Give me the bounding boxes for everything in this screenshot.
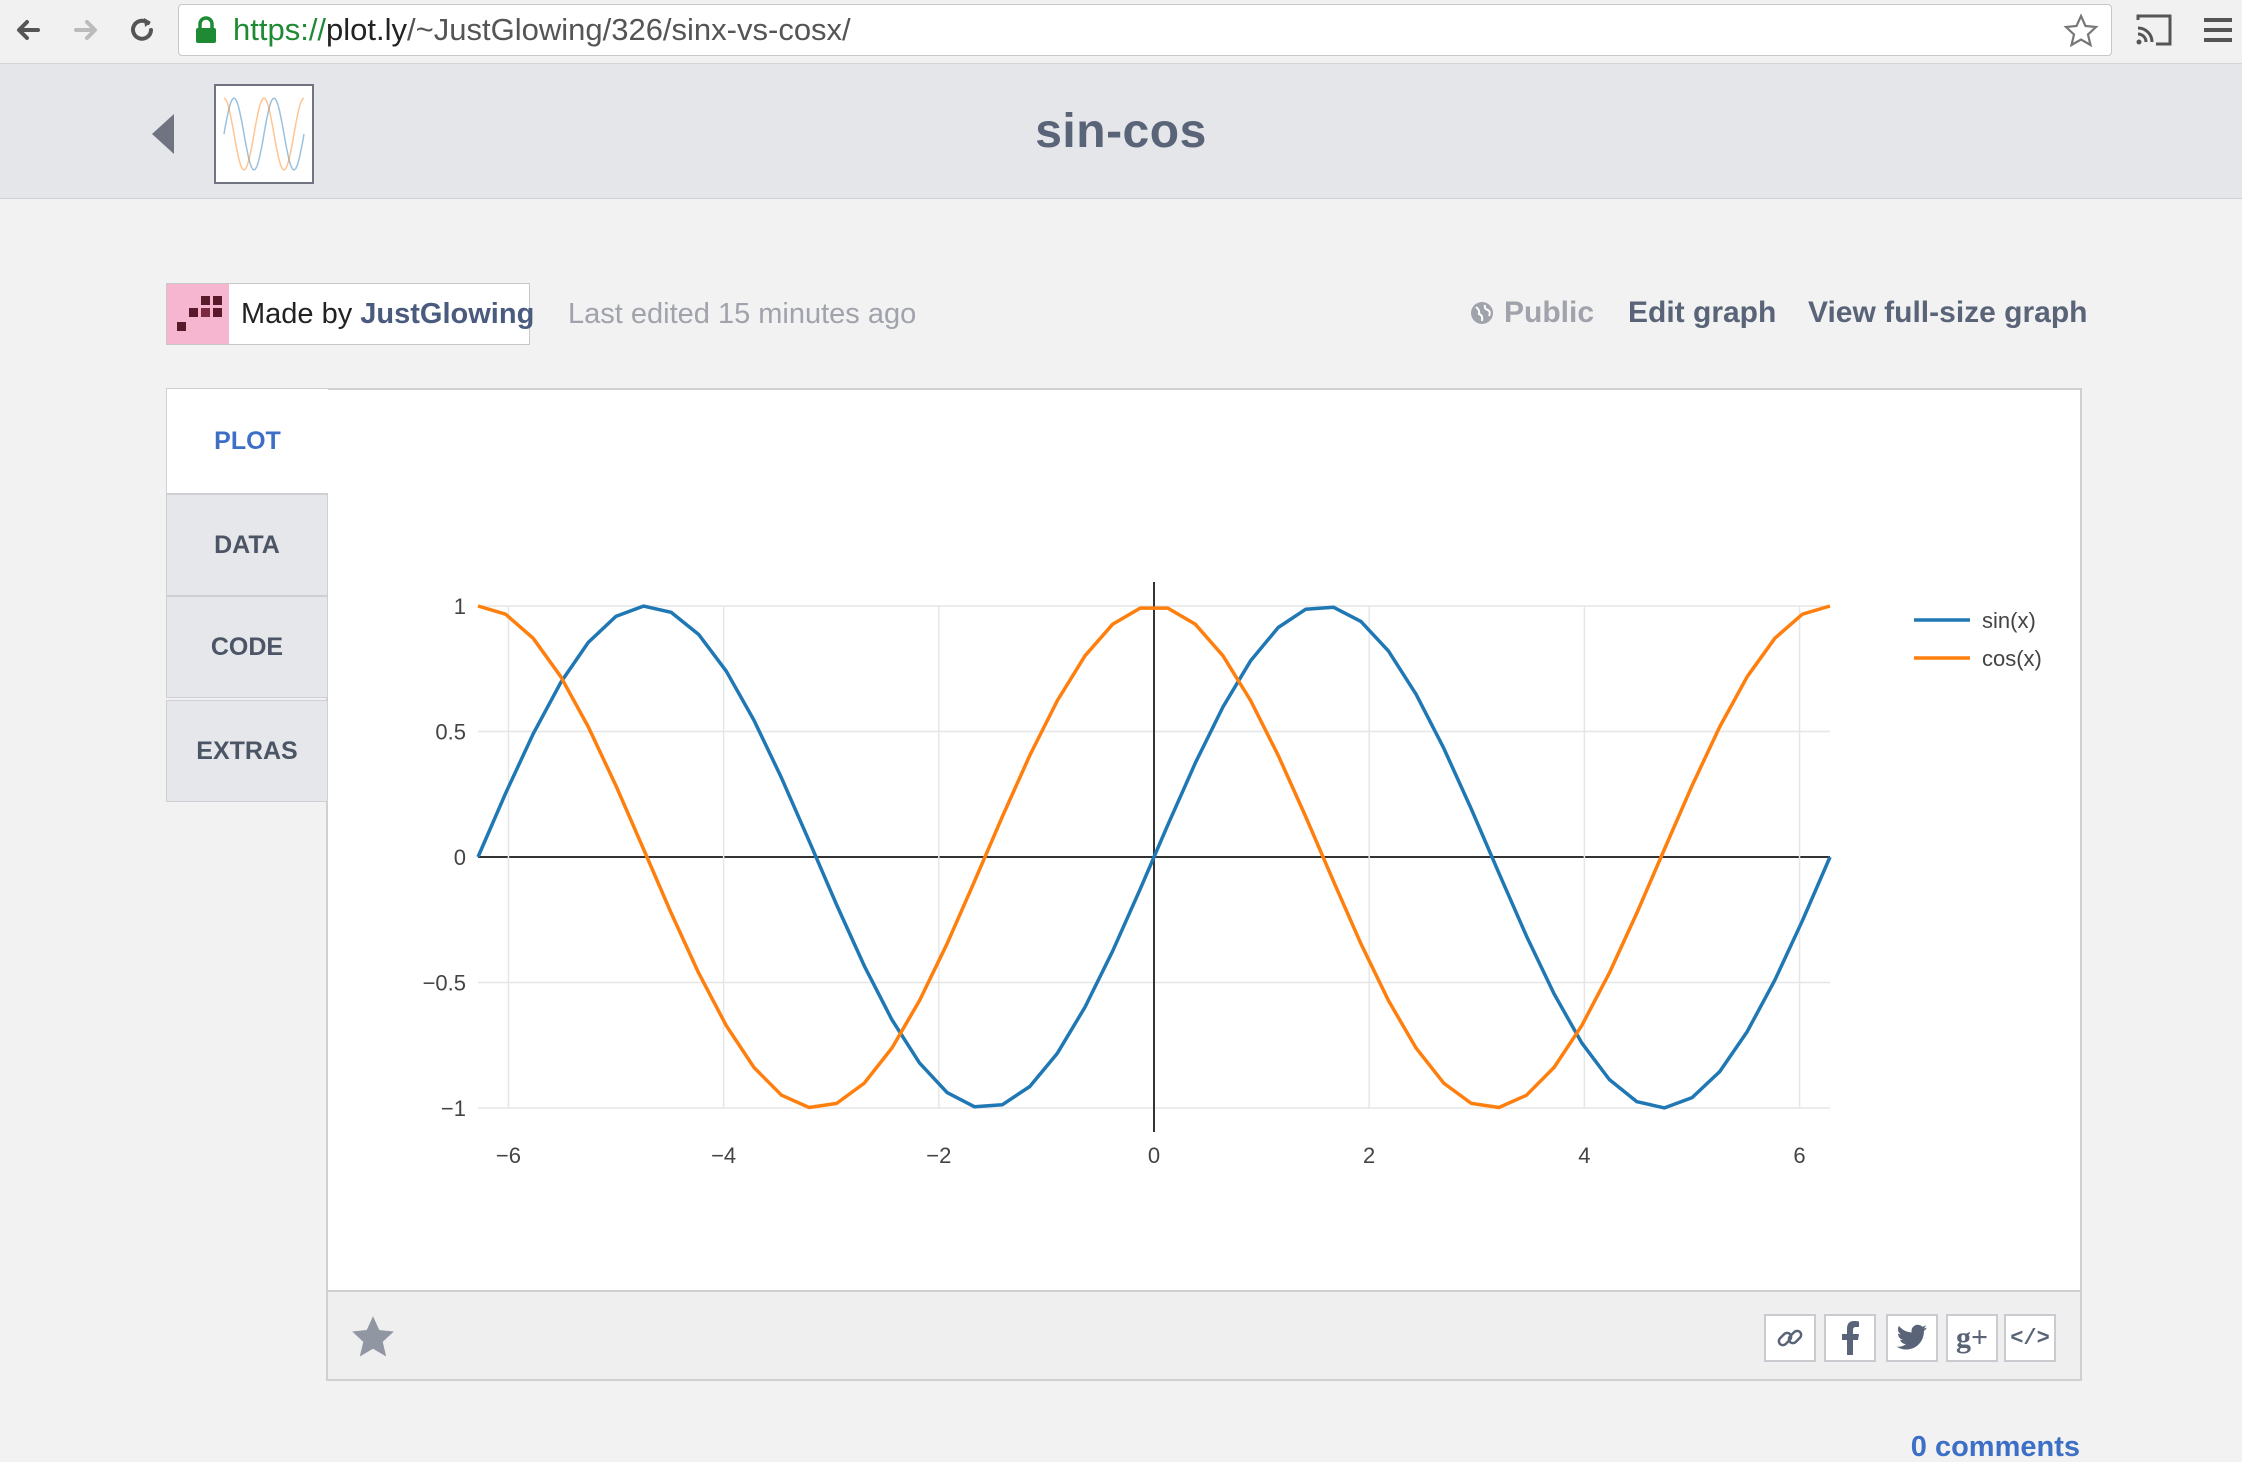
legend-label-cos: cos(x) xyxy=(1982,646,2042,671)
author-link[interactable]: JustGlowing xyxy=(360,298,534,330)
twitter-icon[interactable] xyxy=(1886,1314,1938,1362)
menu-icon[interactable] xyxy=(2202,14,2234,46)
y-tick-label: −1 xyxy=(441,1096,466,1121)
x-tick-label: 4 xyxy=(1578,1143,1590,1168)
tab-extras[interactable]: EXTRAS xyxy=(166,700,328,802)
tab-data[interactable]: DATA xyxy=(166,494,328,596)
back-arrow-icon[interactable] xyxy=(8,10,48,50)
embed-icon[interactable]: </> xyxy=(2004,1314,2056,1362)
cast-icon[interactable] xyxy=(2134,12,2174,48)
x-tick-label: 0 xyxy=(1148,1143,1160,1168)
page-title: sin-cos xyxy=(1035,105,1207,158)
url-host: plot.ly xyxy=(326,12,408,47)
globe-icon xyxy=(1470,301,1494,325)
tab-plot[interactable]: PLOT xyxy=(166,388,328,494)
y-tick-label: −0.5 xyxy=(423,971,466,996)
url-scheme: https:// xyxy=(233,12,327,47)
url-text: https://plot.ly/~JustGlowing/326/sinx-vs… xyxy=(233,12,851,48)
comments-link[interactable]: 0 comments xyxy=(1911,1431,2080,1462)
view-full-size-link[interactable]: View full-size graph xyxy=(1808,296,2088,330)
x-tick-label: 2 xyxy=(1363,1143,1375,1168)
made-by-text: Made by JustGlowing xyxy=(241,298,534,331)
edit-graph-link[interactable]: Edit graph xyxy=(1628,296,1776,330)
avatar xyxy=(167,284,229,344)
last-edited: Last edited 15 minutes ago xyxy=(568,298,917,330)
favorite-star-icon[interactable] xyxy=(348,1312,398,1362)
lock-icon xyxy=(193,4,223,56)
browser-toolbar: https://plot.ly/~JustGlowing/326/sinx-vs… xyxy=(0,0,2242,64)
sin-cos-chart[interactable]: −6 −4 −2 0 2 4 6 1 0.5 0 −0.5 −1 sin(x) cos(x) xyxy=(330,392,2078,1288)
url-path: /~JustGlowing/326/sinx-vs-cosx/ xyxy=(407,12,851,47)
link-icon[interactable] xyxy=(1764,1314,1816,1362)
tab-code[interactable]: CODE xyxy=(166,596,328,698)
y-tick-label: 0.5 xyxy=(435,720,466,745)
panel-footer: g+ </> xyxy=(328,1290,2080,1379)
y-tick-label: 1 xyxy=(454,594,466,619)
made-by-prefix: Made by xyxy=(241,297,353,330)
address-bar[interactable]: https://plot.ly/~JustGlowing/326/sinx-vs… xyxy=(178,4,2112,56)
author-badge[interactable]: Made by JustGlowing xyxy=(166,283,534,345)
x-tick-label: −2 xyxy=(926,1143,951,1168)
visibility-status[interactable]: Public xyxy=(1470,296,1594,330)
x-tick-label: −4 xyxy=(711,1143,736,1168)
reload-icon[interactable] xyxy=(122,10,162,50)
bookmark-star-icon[interactable] xyxy=(2063,13,2099,49)
google-plus-label: g+ xyxy=(1955,1321,1989,1354)
facebook-icon[interactable] xyxy=(1824,1314,1876,1362)
forward-arrow-icon[interactable] xyxy=(66,10,106,50)
chart-svg[interactable]: −6 −4 −2 0 2 4 6 1 0.5 0 −0.5 −1 sin(x) cos(x) xyxy=(330,392,2078,1288)
y-tick-label: 0 xyxy=(454,845,466,870)
visibility-label: Public xyxy=(1504,296,1595,329)
x-tick-label: −6 xyxy=(496,1143,521,1168)
embed-label: </> xyxy=(2010,1325,2050,1351)
x-tick-label: 6 xyxy=(1793,1143,1805,1168)
legend-label-sin: sin(x) xyxy=(1982,608,2036,633)
google-plus-icon[interactable]: g+ xyxy=(1946,1314,1998,1362)
